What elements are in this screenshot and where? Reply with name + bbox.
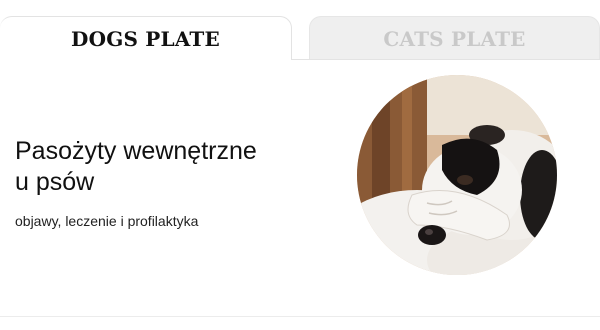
- tab-cats-plate-label: CATS PLATE: [383, 26, 526, 51]
- bottom-divider: [0, 316, 600, 317]
- article-title-line-2: u psów: [15, 168, 95, 196]
- article-title[interactable]: Pasożyty wewnętrzne u psów: [15, 136, 325, 198]
- tab-cats-plate[interactable]: CATS PLATE: [309, 16, 600, 60]
- tab-bar: DOGS PLATE CATS PLATE: [0, 0, 600, 60]
- article-title-line-1: Pasożyty wewnętrzne: [15, 137, 257, 165]
- dog-photo-image: [357, 75, 557, 275]
- tab-dogs-plate-label: DOGS PLATE: [71, 26, 220, 51]
- tab-dogs-plate[interactable]: DOGS PLATE: [0, 16, 292, 60]
- dog-photo[interactable]: [357, 75, 557, 275]
- page: DOGS PLATE CATS PLATE Pasożyty wewnętrzn…: [0, 0, 600, 330]
- tab-bar-divider: [292, 59, 600, 60]
- article-subtitle: objawy, leczenie i profilaktyka: [15, 213, 199, 229]
